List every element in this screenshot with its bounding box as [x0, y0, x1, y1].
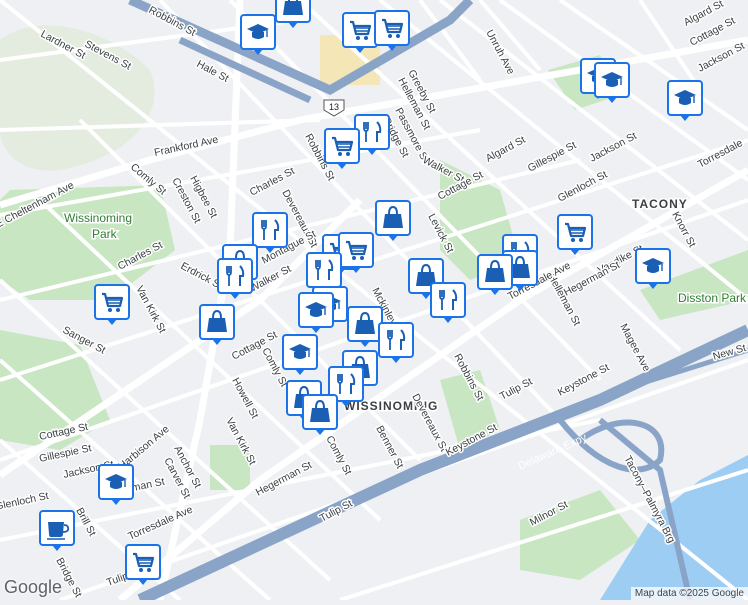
- map-attribution[interactable]: Map data ©2025 Google: [631, 587, 748, 600]
- restaurant-marker[interactable]: [218, 259, 252, 299]
- shopping-bag-marker[interactable]: [376, 201, 410, 241]
- shopping-bag-marker[interactable]: [348, 307, 382, 347]
- grocery-marker[interactable]: [325, 129, 359, 169]
- shopping-bag-marker[interactable]: [276, 0, 310, 28]
- school-marker[interactable]: [241, 15, 275, 55]
- google-logo: Google: [4, 577, 62, 598]
- cafe-marker[interactable]: [40, 511, 74, 551]
- school-marker[interactable]: [595, 63, 629, 103]
- restaurant-marker[interactable]: [431, 283, 465, 323]
- grocery-marker[interactable]: [95, 285, 129, 325]
- grocery-marker[interactable]: [375, 11, 409, 51]
- grocery-marker[interactable]: [126, 545, 160, 585]
- school-marker[interactable]: [283, 335, 317, 375]
- shopping-bag-icon: [283, 0, 303, 15]
- shopping-bag-marker[interactable]: [200, 305, 234, 345]
- school-marker[interactable]: [668, 81, 702, 121]
- shopping-bag-marker[interactable]: [478, 255, 512, 295]
- school-marker[interactable]: [636, 249, 670, 289]
- poi-layer: .pin { cursor: pointer; }: [0, 0, 748, 600]
- grocery-marker[interactable]: [558, 215, 592, 255]
- restaurant-marker[interactable]: [355, 115, 389, 155]
- school-marker[interactable]: [99, 465, 133, 505]
- restaurant-marker[interactable]: [379, 323, 413, 363]
- shopping-bag-marker[interactable]: [303, 395, 337, 435]
- grocery-marker[interactable]: [339, 233, 373, 273]
- map-canvas[interactable]: 13 Robbins St Lardner St Stevens St Hale…: [0, 0, 748, 600]
- school-marker[interactable]: [299, 293, 333, 333]
- restaurant-marker[interactable]: [253, 213, 287, 253]
- grocery-marker[interactable]: [343, 13, 377, 53]
